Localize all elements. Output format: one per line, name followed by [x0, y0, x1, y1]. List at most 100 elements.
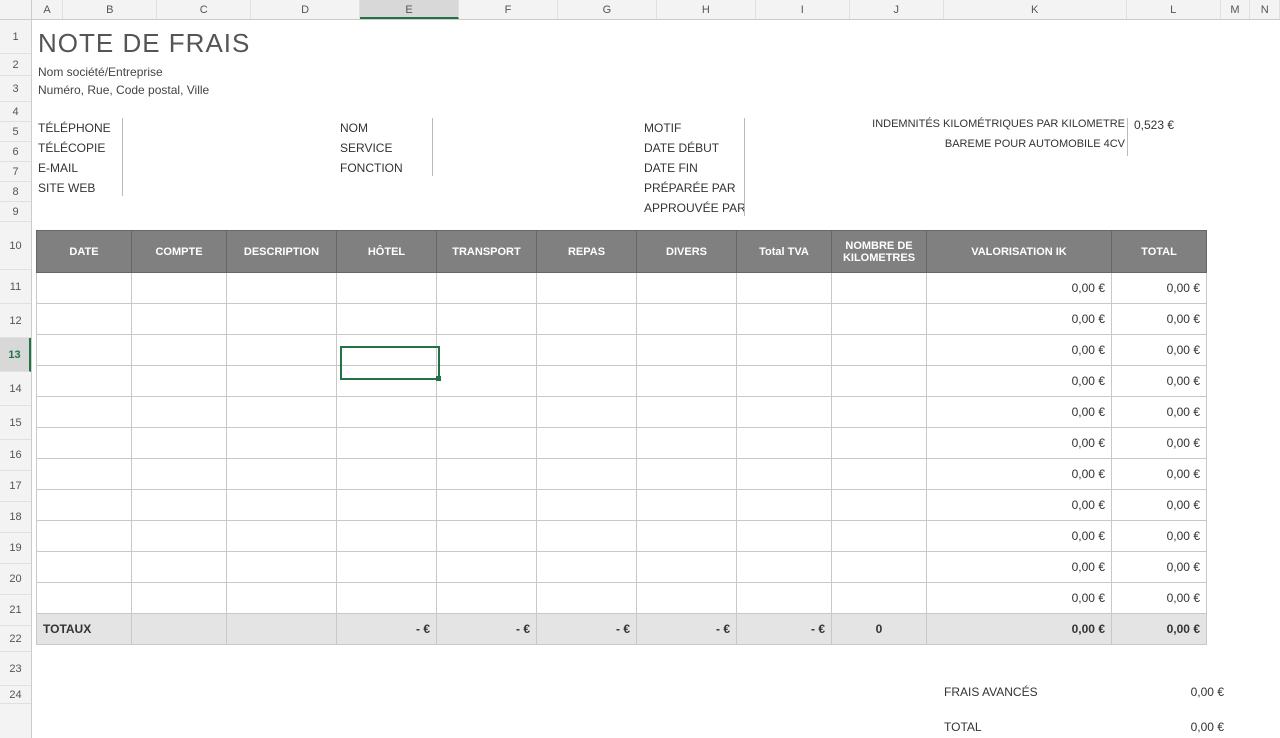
cell[interactable]: 0,00 €: [927, 583, 1112, 614]
cell[interactable]: [437, 397, 537, 428]
cell[interactable]: [637, 521, 737, 552]
col-header-N[interactable]: N: [1250, 0, 1280, 19]
cell[interactable]: [537, 428, 637, 459]
cell[interactable]: 0,00 €: [1112, 397, 1207, 428]
row-header-2[interactable]: 2: [0, 54, 31, 76]
cell[interactable]: [227, 521, 337, 552]
cell[interactable]: [537, 273, 637, 304]
cell[interactable]: [337, 304, 437, 335]
cell[interactable]: 0,00 €: [927, 335, 1112, 366]
cell[interactable]: [337, 366, 437, 397]
cell[interactable]: [737, 304, 832, 335]
cell[interactable]: [227, 304, 337, 335]
cell[interactable]: [637, 552, 737, 583]
col-header-K[interactable]: K: [944, 0, 1127, 19]
cell[interactable]: [737, 521, 832, 552]
col-header-C[interactable]: C: [157, 0, 251, 19]
cell[interactable]: [637, 490, 737, 521]
cell[interactable]: [227, 273, 337, 304]
cell[interactable]: [227, 490, 337, 521]
table-row[interactable]: 0,00 €0,00 €: [37, 428, 1207, 459]
sheet-content[interactable]: NOTE DE FRAIS Nom société/Entreprise Num…: [32, 20, 1280, 738]
cell[interactable]: [437, 521, 537, 552]
expense-table[interactable]: DATECOMPTEDESCRIPTIONHÔTELTRANSPORTREPAS…: [36, 230, 1207, 645]
row-header-16[interactable]: 16: [0, 440, 31, 471]
col-header-J[interactable]: J: [850, 0, 944, 19]
cell[interactable]: 0,00 €: [927, 304, 1112, 335]
cell[interactable]: [832, 583, 927, 614]
table-row[interactable]: 0,00 €0,00 €: [37, 273, 1207, 304]
cell[interactable]: [437, 552, 537, 583]
col-header-A[interactable]: A: [32, 0, 64, 19]
cell[interactable]: 0,00 €: [1112, 366, 1207, 397]
cell[interactable]: [832, 304, 927, 335]
cell[interactable]: [37, 304, 132, 335]
cell[interactable]: 0,00 €: [1112, 490, 1207, 521]
row-header-3[interactable]: 3: [0, 76, 31, 102]
cell[interactable]: [537, 583, 637, 614]
cell[interactable]: 0,00 €: [1112, 304, 1207, 335]
cell[interactable]: [637, 366, 737, 397]
cell[interactable]: [337, 552, 437, 583]
row-header-10[interactable]: 10: [0, 222, 31, 270]
row-header-9[interactable]: 9: [0, 202, 31, 222]
cell[interactable]: [737, 490, 832, 521]
cell[interactable]: [132, 583, 227, 614]
cell[interactable]: 0,00 €: [927, 428, 1112, 459]
row-header-15[interactable]: 15: [0, 406, 31, 440]
cell[interactable]: [337, 335, 437, 366]
cell[interactable]: 0,00 €: [927, 459, 1112, 490]
row-header-20[interactable]: 20: [0, 564, 31, 595]
cell[interactable]: [737, 273, 832, 304]
cell[interactable]: 0,00 €: [927, 366, 1112, 397]
cell[interactable]: [737, 366, 832, 397]
cell[interactable]: [637, 273, 737, 304]
cell[interactable]: 0,00 €: [927, 273, 1112, 304]
cell[interactable]: [132, 428, 227, 459]
select-all-corner[interactable]: [0, 0, 32, 19]
cell[interactable]: 0,00 €: [1112, 459, 1207, 490]
cell[interactable]: [537, 304, 637, 335]
cell[interactable]: [227, 397, 337, 428]
cell[interactable]: [132, 459, 227, 490]
table-row[interactable]: 0,00 €0,00 €: [37, 366, 1207, 397]
row-header-8[interactable]: 8: [0, 182, 31, 202]
cell[interactable]: [737, 335, 832, 366]
row-header-24[interactable]: 24: [0, 686, 31, 704]
row-header-11[interactable]: 11: [0, 270, 31, 304]
table-row[interactable]: 0,00 €0,00 €: [37, 397, 1207, 428]
table-row[interactable]: 0,00 €0,00 €: [37, 521, 1207, 552]
cell[interactable]: [737, 459, 832, 490]
cell[interactable]: [37, 366, 132, 397]
cell[interactable]: [37, 335, 132, 366]
cell[interactable]: 0,00 €: [1112, 521, 1207, 552]
col-header-I[interactable]: I: [756, 0, 850, 19]
table-row[interactable]: 0,00 €0,00 €: [37, 552, 1207, 583]
row-header-13[interactable]: 13: [0, 338, 31, 372]
cell[interactable]: [37, 583, 132, 614]
cell[interactable]: [337, 273, 437, 304]
row-header-7[interactable]: 7: [0, 162, 31, 182]
cell[interactable]: [537, 521, 637, 552]
cell[interactable]: [637, 583, 737, 614]
cell[interactable]: 0,00 €: [927, 521, 1112, 552]
table-row[interactable]: 0,00 €0,00 €: [37, 335, 1207, 366]
table-row[interactable]: 0,00 €0,00 €: [37, 304, 1207, 335]
row-header-18[interactable]: 18: [0, 502, 31, 533]
cell[interactable]: [537, 335, 637, 366]
cell[interactable]: [832, 335, 927, 366]
cell[interactable]: [537, 552, 637, 583]
cell[interactable]: [132, 397, 227, 428]
cell[interactable]: 0,00 €: [1112, 335, 1207, 366]
cell[interactable]: [37, 459, 132, 490]
cell[interactable]: [832, 397, 927, 428]
cell[interactable]: [437, 366, 537, 397]
table-row[interactable]: 0,00 €0,00 €: [37, 459, 1207, 490]
cell[interactable]: [337, 521, 437, 552]
cell[interactable]: [832, 366, 927, 397]
cell[interactable]: [637, 335, 737, 366]
row-header-12[interactable]: 12: [0, 304, 31, 338]
cell[interactable]: [832, 521, 927, 552]
row-header-6[interactable]: 6: [0, 142, 31, 162]
row-header-4[interactable]: 4: [0, 102, 31, 122]
